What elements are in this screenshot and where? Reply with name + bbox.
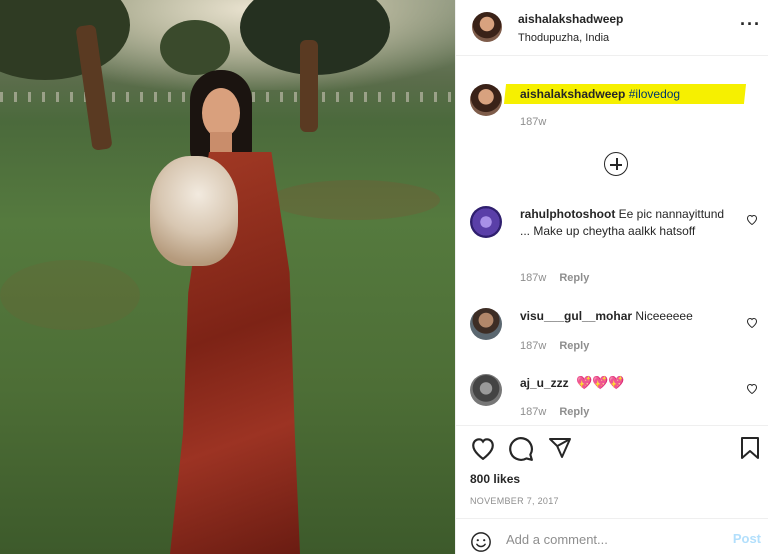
caption-username[interactable]: aishalakshadweep bbox=[520, 87, 625, 101]
comment-text: rahulphotoshoot Ee pic nannayittund ... … bbox=[520, 206, 730, 240]
caption-time: 187w bbox=[520, 116, 547, 128]
comment-meta: 187w Reply bbox=[520, 340, 599, 352]
like-comment-icon[interactable] bbox=[746, 214, 758, 225]
post-comment-button[interactable]: Post bbox=[733, 531, 761, 546]
add-comment-row: Post bbox=[456, 518, 768, 554]
header-username[interactable]: aishalakshadweep bbox=[518, 12, 623, 26]
comment-body: Niceeeeee bbox=[635, 309, 693, 323]
comment-meta: 187w Reply bbox=[520, 406, 599, 418]
like-comment-icon[interactable] bbox=[746, 317, 758, 328]
post-photo[interactable] bbox=[0, 0, 455, 554]
comment-time: 187w bbox=[520, 340, 547, 352]
like-comment-icon[interactable] bbox=[746, 383, 758, 394]
avatar[interactable] bbox=[472, 12, 502, 42]
comment-text: visu___gul__mohar Niceeeeee bbox=[520, 308, 730, 325]
comment-body: 💖💖💖 bbox=[576, 375, 625, 390]
reply-button[interactable]: Reply bbox=[559, 340, 589, 352]
comment-avatar[interactable] bbox=[470, 308, 502, 340]
more-icon[interactable]: ··· bbox=[740, 14, 761, 35]
comment-username[interactable]: rahulphotoshoot bbox=[520, 207, 615, 221]
comment-time: 187w bbox=[520, 406, 547, 418]
add-comment-input[interactable] bbox=[506, 529, 706, 549]
photo-dog bbox=[150, 156, 238, 266]
like-icon[interactable] bbox=[470, 436, 496, 460]
reply-button[interactable]: Reply bbox=[559, 272, 589, 284]
post-side-panel: aishalakshadweep Thodupuzha, India ··· a… bbox=[455, 0, 768, 554]
comment-text: aj_u_zzz 💖💖💖 bbox=[520, 374, 730, 392]
comment-icon[interactable] bbox=[508, 436, 534, 462]
comment-username[interactable]: visu___gul__mohar bbox=[520, 309, 632, 323]
caption-hashtag[interactable]: #ilovedog bbox=[629, 87, 680, 101]
photo-woman bbox=[150, 70, 320, 554]
post-date: NOVEMBER 7, 2017 bbox=[470, 496, 559, 506]
load-more-comments-icon[interactable] bbox=[604, 152, 628, 176]
comment-avatar[interactable] bbox=[470, 374, 502, 406]
photo-tree bbox=[160, 20, 230, 75]
reply-button[interactable]: Reply bbox=[559, 406, 589, 418]
post-header: aishalakshadweep Thodupuzha, India ··· bbox=[456, 0, 768, 56]
header-location[interactable]: Thodupuzha, India bbox=[518, 32, 609, 44]
likes-count[interactable]: 800 likes bbox=[470, 472, 520, 486]
photo-dirt-patch bbox=[0, 260, 140, 330]
comment-meta: 187w Reply bbox=[520, 272, 599, 284]
emoji-icon[interactable] bbox=[470, 531, 492, 553]
comment-time: 187w bbox=[520, 272, 547, 284]
save-icon[interactable] bbox=[740, 436, 760, 460]
comment-username[interactable]: aj_u_zzz bbox=[520, 376, 569, 390]
post-actions: 800 likes NOVEMBER 7, 2017 Post bbox=[456, 425, 768, 554]
caption: aishalakshadweep #ilovedog bbox=[520, 87, 680, 101]
photo-face bbox=[202, 88, 240, 138]
comment-avatar[interactable] bbox=[470, 206, 502, 238]
caption-avatar[interactable] bbox=[470, 84, 502, 116]
share-icon[interactable] bbox=[548, 436, 572, 460]
instagram-post: aishalakshadweep Thodupuzha, India ··· a… bbox=[0, 0, 768, 554]
